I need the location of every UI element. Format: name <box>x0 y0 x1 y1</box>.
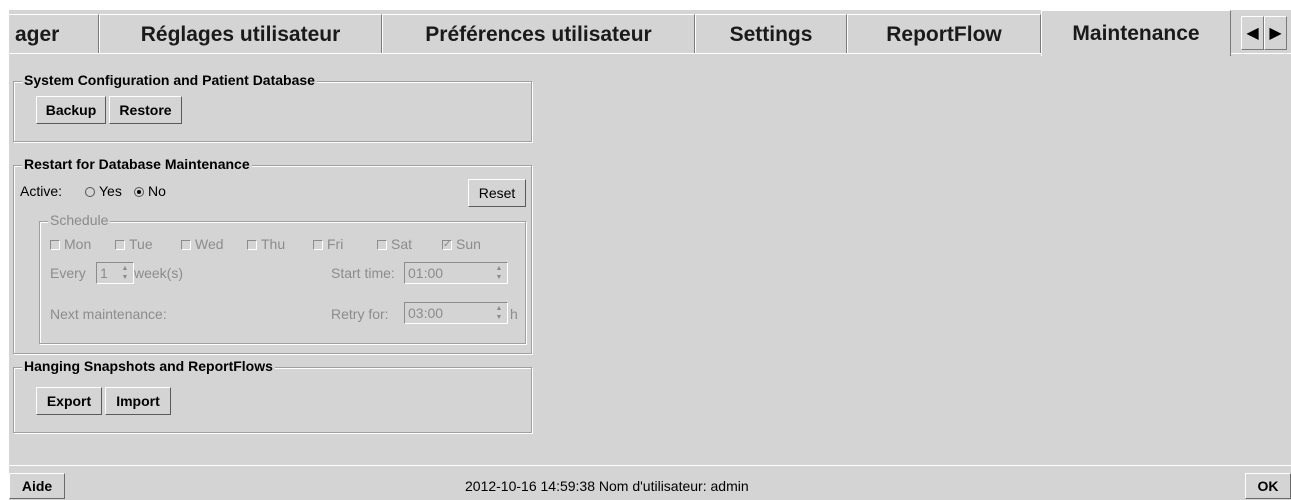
import-button[interactable]: Import <box>105 387 171 415</box>
retry-for-value: 03:00 <box>408 305 444 321</box>
tab-bar: ager Réglages utilisateur Préférences ut… <box>9 10 1291 56</box>
start-time-value: 01:00 <box>408 265 444 281</box>
next-maintenance-label: Next maintenance: <box>50 306 167 322</box>
restore-button[interactable]: Restore <box>109 96 182 124</box>
checkbox-icon <box>181 240 191 251</box>
export-button[interactable]: Export <box>36 387 102 415</box>
tab-scroll-buttons: ◀ ▶ <box>1241 16 1287 50</box>
day-tue-checkbox[interactable]: Tue <box>115 236 153 252</box>
tab-manager[interactable]: ager <box>9 14 99 54</box>
tab-scroll-right-icon[interactable]: ▶ <box>1264 16 1287 50</box>
weeks-label: week(s) <box>134 265 184 281</box>
day-mon-label: Mon <box>64 236 92 252</box>
checkbox-icon <box>247 240 257 251</box>
retry-for-stepper[interactable]: 03:00 ▲ ▼ <box>404 302 508 324</box>
status-bar: Aide 2012-10-16 14:59:38 Nom d'utilisate… <box>9 465 1291 500</box>
tab-preferences-utilisateur[interactable]: Préférences utilisateur <box>382 14 695 54</box>
day-tue-label: Tue <box>129 236 153 252</box>
day-sat-checkbox[interactable]: Sat <box>377 236 412 252</box>
backup-button[interactable]: Backup <box>36 96 106 124</box>
restart-maintenance-group: Restart for Database Maintenance Active:… <box>13 156 532 354</box>
day-sat-label: Sat <box>391 236 413 252</box>
active-label: Active: <box>20 183 63 199</box>
schedule-group: Schedule Mon Tue Wed Thu Fri Sat ✓ Sun Ev… <box>39 212 526 344</box>
spinner-arrows-icon[interactable]: ▲ ▼ <box>118 264 132 282</box>
checkbox-icon <box>313 240 323 251</box>
day-thu-label: Thu <box>261 236 286 252</box>
system-config-title: System Configuration and Patient Databas… <box>22 72 317 88</box>
restart-maintenance-title: Restart for Database Maintenance <box>22 156 252 172</box>
reset-button[interactable]: Reset <box>468 179 526 207</box>
day-sun-checkbox[interactable]: ✓ Sun <box>442 236 481 252</box>
tab-reglages-utilisateur[interactable]: Réglages utilisateur <box>99 14 382 54</box>
retry-unit-label: h <box>510 306 518 322</box>
status-text: 2012-10-16 14:59:38 Nom d'utilisateur: a… <box>465 478 749 494</box>
every-weeks-value: 1 <box>100 265 108 281</box>
start-time-label: Start time: <box>331 265 395 281</box>
checkbox-icon <box>377 240 387 251</box>
checkbox-checked-icon: ✓ <box>442 239 452 251</box>
retry-for-label: Retry for: <box>331 306 389 322</box>
day-fri-label: Fri <box>327 236 344 252</box>
active-no-radio[interactable]: No <box>134 183 166 199</box>
active-yes-label: Yes <box>99 183 122 199</box>
tab-scroll-left-icon[interactable]: ◀ <box>1241 16 1264 50</box>
spinner-arrows-icon[interactable]: ▲ ▼ <box>492 304 506 322</box>
system-config-group: System Configuration and Patient Databas… <box>13 72 532 142</box>
hanging-snapshots-title: Hanging Snapshots and ReportFlows <box>22 358 275 374</box>
hanging-snapshots-group: Hanging Snapshots and ReportFlows Export… <box>13 358 532 433</box>
day-sun-label: Sun <box>456 236 481 252</box>
every-weeks-stepper[interactable]: 1 ▲ ▼ <box>96 262 134 284</box>
every-label: Every <box>50 265 86 281</box>
spinner-arrows-icon[interactable]: ▲ ▼ <box>492 264 506 282</box>
help-button[interactable]: Aide <box>9 473 65 499</box>
maintenance-window: ager Réglages utilisateur Préférences ut… <box>9 10 1291 500</box>
tab-maintenance[interactable]: Maintenance <box>1041 10 1231 56</box>
radio-unchecked-icon <box>85 187 95 198</box>
tab-reportflow[interactable]: ReportFlow <box>847 14 1041 54</box>
day-mon-checkbox[interactable]: Mon <box>50 236 91 252</box>
tab-settings[interactable]: Settings <box>695 14 847 54</box>
day-fri-checkbox[interactable]: Fri <box>313 236 343 252</box>
checkbox-icon <box>50 240 60 251</box>
ok-button[interactable]: OK <box>1245 473 1291 499</box>
day-wed-checkbox[interactable]: Wed <box>181 236 224 252</box>
day-thu-checkbox[interactable]: Thu <box>247 236 285 252</box>
active-no-label: No <box>148 183 166 199</box>
schedule-title: Schedule <box>48 212 111 228</box>
active-yes-radio[interactable]: Yes <box>85 183 122 199</box>
checkbox-icon <box>115 240 125 251</box>
start-time-stepper[interactable]: 01:00 ▲ ▼ <box>404 262 508 284</box>
day-wed-label: Wed <box>195 236 224 252</box>
radio-checked-icon <box>134 187 144 198</box>
